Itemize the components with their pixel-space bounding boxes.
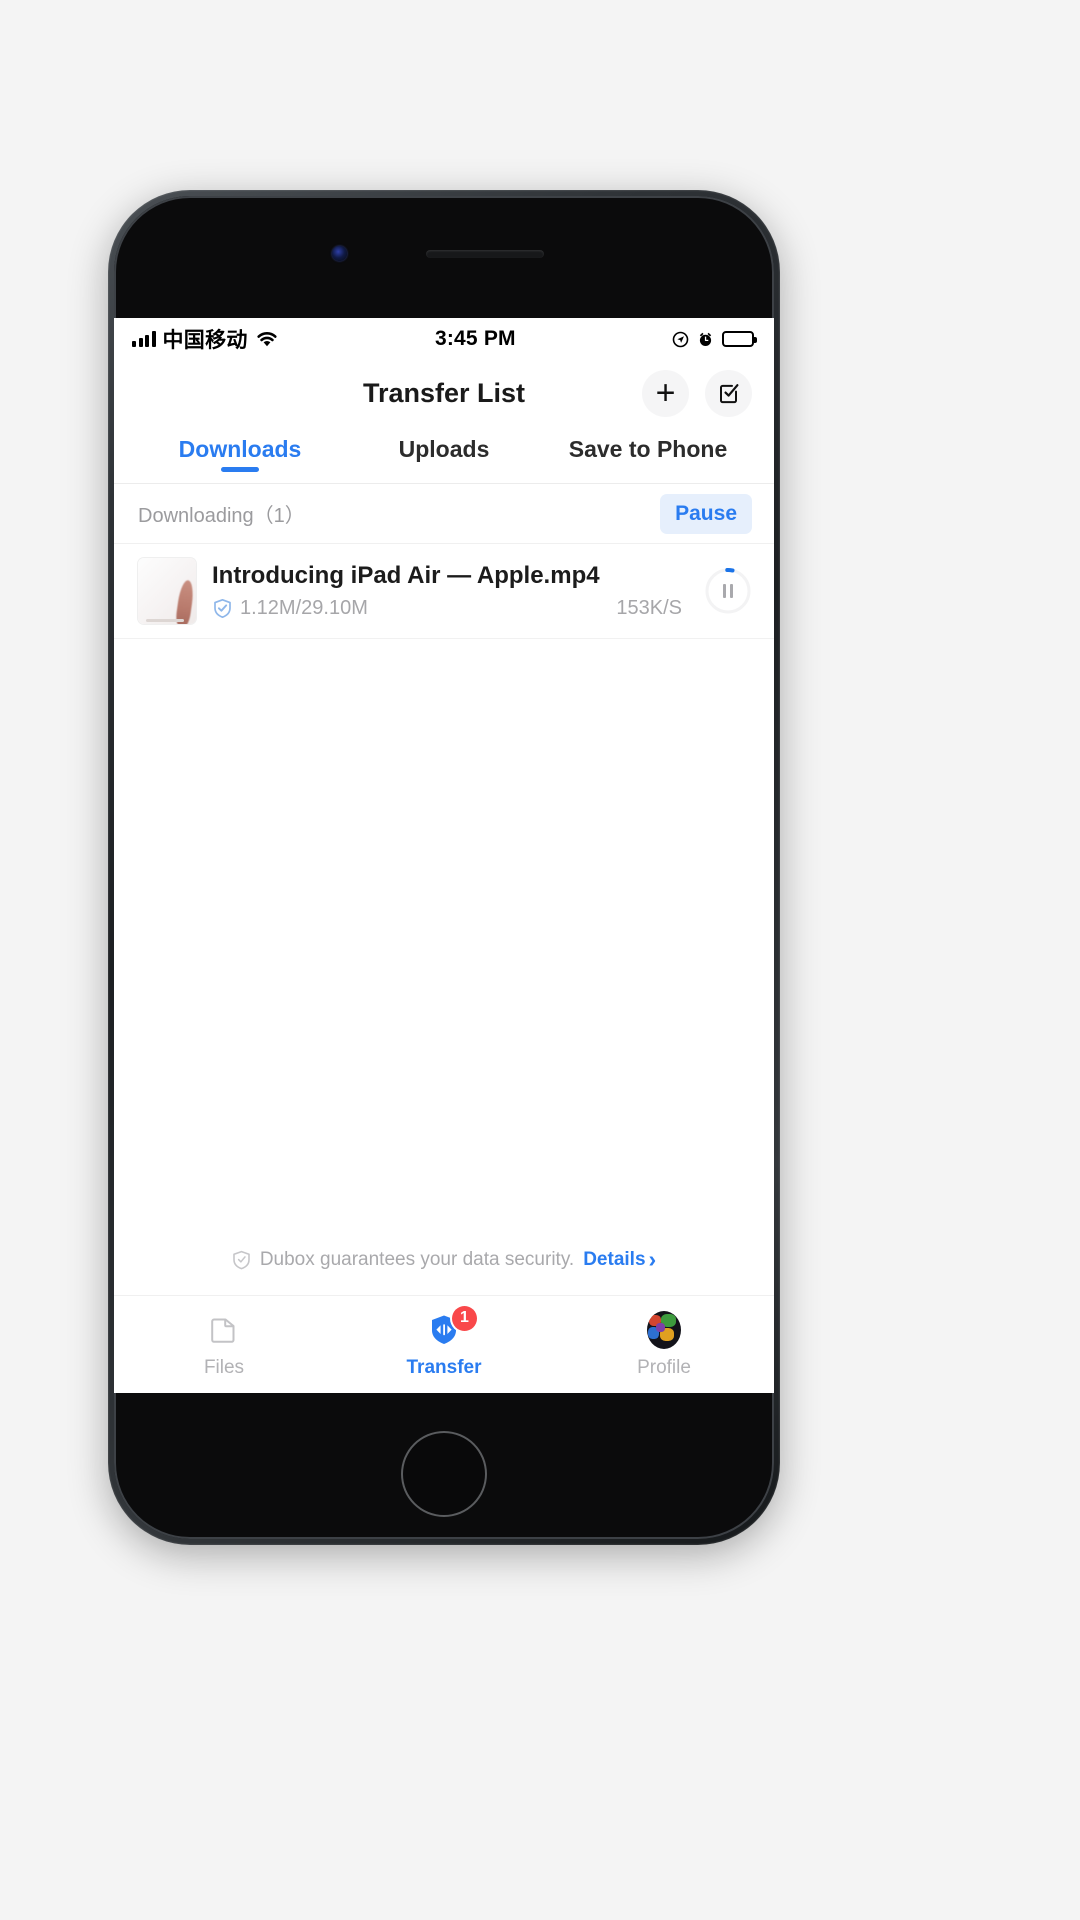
transfer-list: Introducing iPad Air — Apple.mp4 1.12M/2… bbox=[114, 544, 774, 639]
transfer-shield-icon: 1 bbox=[425, 1305, 477, 1349]
nav-label-profile: Profile bbox=[637, 1356, 691, 1378]
transfer-file-name: Introducing iPad Air — Apple.mp4 bbox=[212, 562, 600, 589]
transfer-pause-button[interactable] bbox=[704, 567, 752, 615]
status-bar-left: 中国移动 bbox=[132, 324, 279, 354]
tab-bar: Downloads Uploads Save to Phone bbox=[114, 426, 774, 484]
phone-screen: 中国移动 3:45 PM Transfer List + Downloads U… bbox=[114, 318, 774, 1393]
video-thumbnail bbox=[138, 558, 196, 624]
bottom-navigation: Files 1 Transfer Profile bbox=[114, 1295, 774, 1393]
section-header: Downloading（1） Pause bbox=[114, 484, 774, 544]
folder-icon bbox=[205, 1311, 243, 1349]
nav-item-profile[interactable]: Profile bbox=[554, 1310, 774, 1379]
carrier-name: 中国移动 bbox=[162, 329, 248, 352]
front-camera-icon bbox=[332, 246, 347, 261]
plus-icon: + bbox=[655, 374, 676, 412]
header-actions: + bbox=[642, 369, 752, 417]
phone-frame: 中国移动 3:45 PM Transfer List + Downloads U… bbox=[108, 190, 780, 1545]
avatar-icon bbox=[645, 1310, 683, 1349]
status-bar: 中国移动 3:45 PM bbox=[114, 318, 774, 360]
shield-icon bbox=[232, 1250, 251, 1270]
pause-all-button[interactable]: Pause bbox=[660, 493, 752, 534]
downloading-count-label: Downloading（1） bbox=[138, 505, 305, 527]
add-transfer-button[interactable]: + bbox=[642, 369, 689, 417]
security-notice: Dubox guarantees your data security. Det… bbox=[114, 1248, 774, 1295]
phone-bezel: 中国移动 3:45 PM Transfer List + Downloads U… bbox=[114, 196, 774, 1539]
alarm-clock-icon bbox=[697, 331, 714, 348]
nav-item-transfer[interactable]: 1 Transfer bbox=[334, 1305, 554, 1379]
signal-bars-icon bbox=[132, 331, 156, 347]
app-header: Transfer List + bbox=[114, 360, 774, 426]
home-button[interactable] bbox=[401, 1431, 487, 1517]
tab-save-to-phone[interactable]: Save to Phone bbox=[546, 432, 750, 463]
security-notice-text: Dubox guarantees your data security. bbox=[259, 1248, 575, 1270]
earpiece-speaker bbox=[426, 250, 544, 258]
nav-item-files[interactable]: Files bbox=[114, 1311, 334, 1379]
select-mode-button[interactable] bbox=[705, 369, 752, 417]
wifi-icon bbox=[255, 330, 279, 348]
pause-icon bbox=[723, 584, 733, 598]
transfer-badge-count: 1 bbox=[452, 1305, 477, 1331]
location-arrow-icon bbox=[672, 331, 689, 348]
transfer-speed: 153K/S bbox=[616, 597, 682, 619]
battery-icon bbox=[722, 331, 757, 347]
transfer-item-meta: 1.12M/29.10M 153K/S bbox=[212, 597, 688, 620]
verified-shield-icon bbox=[212, 598, 233, 619]
tab-uploads[interactable]: Uploads bbox=[342, 432, 546, 463]
transfer-item[interactable]: Introducing iPad Air — Apple.mp4 1.12M/2… bbox=[114, 544, 774, 639]
chevron-right-icon: › bbox=[648, 1246, 657, 1272]
status-bar-clock: 3:45 PM bbox=[434, 327, 516, 350]
nav-label-files: Files bbox=[203, 1356, 245, 1378]
checkbox-select-icon bbox=[716, 380, 742, 406]
security-details-link[interactable]: Details › bbox=[583, 1248, 656, 1271]
nav-label-transfer: Transfer bbox=[406, 1356, 482, 1378]
status-bar-right bbox=[672, 331, 757, 348]
security-details-label: Details bbox=[583, 1248, 646, 1270]
tab-downloads[interactable]: Downloads bbox=[138, 432, 342, 463]
transfer-item-body: Introducing iPad Air — Apple.mp4 1.12M/2… bbox=[212, 562, 688, 620]
transfer-size: 1.12M/29.10M bbox=[240, 597, 368, 619]
